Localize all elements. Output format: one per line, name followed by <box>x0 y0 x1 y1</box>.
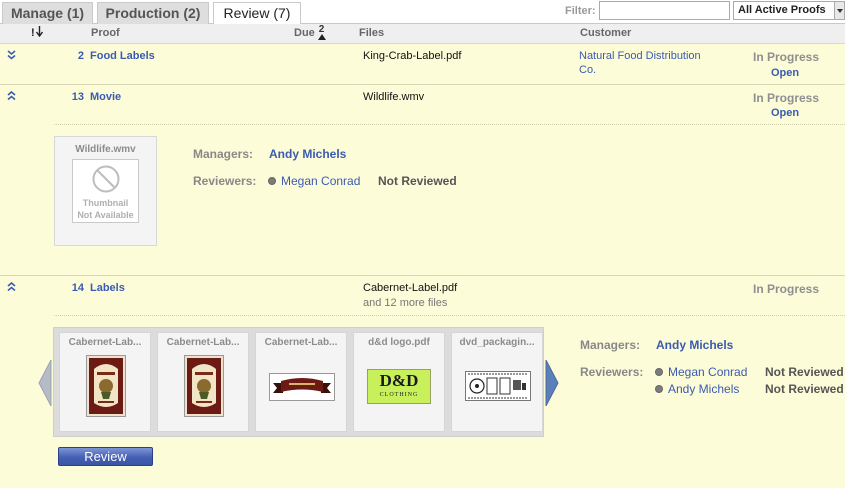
column-files[interactable]: Files <box>359 27 384 39</box>
column-due[interactable]: Due <box>294 27 315 39</box>
reviewer-status-dot-icon <box>655 385 663 393</box>
carousel-next-arrow-icon[interactable] <box>545 360 559 406</box>
thumbnail-title: Wildlife.wmv <box>75 144 136 155</box>
reviewer-status-dot-icon <box>268 177 276 185</box>
due-sort-order: 2 <box>318 24 325 35</box>
proof-manager-window: { "tabs": [ {"label": "Manage (1)", "act… <box>0 0 845 488</box>
reviewer-link[interactable]: Megan Conrad <box>268 174 360 188</box>
file-thumbnail-card[interactable]: Cabernet-Lab... <box>59 332 151 432</box>
proof-number: 13 <box>71 91 84 103</box>
reviewer-name: Megan Conrad <box>668 365 748 379</box>
status-label: In Progress <box>753 91 820 105</box>
proof-number: 14 <box>71 282 84 294</box>
expand-row-icon[interactable] <box>7 50 16 61</box>
row-divider <box>54 315 845 316</box>
review-status: Not Reviewed <box>378 174 457 188</box>
proof-name-link[interactable]: Movie <box>90 91 121 103</box>
chevron-down-icon[interactable] <box>834 2 844 19</box>
thumbnail-unavailable-line1: Thumbnail <box>82 198 129 208</box>
thumbnail-title: d&d logo.pdf <box>368 337 430 348</box>
thumbnail-title: Cabernet-Lab... <box>264 337 338 348</box>
reviewer-name: Megan Conrad <box>281 174 361 188</box>
file-thumbnail-card[interactable]: dvd_packagin... <box>451 332 543 432</box>
more-files-text: and 12 more files <box>363 297 448 309</box>
file-thumbnail-card[interactable]: Cabernet-Lab... <box>157 332 249 432</box>
review-status: Not Reviewed <box>765 382 844 396</box>
file-name: Wildlife.wmv <box>363 91 425 103</box>
open-link[interactable]: Open <box>771 107 799 119</box>
manager-link[interactable]: Andy Michels <box>656 338 733 352</box>
proof-row[interactable]: 2 Food Labels King-Crab-Label.pdf Natura… <box>0 44 845 85</box>
wine-label-thumbnail-icon <box>184 355 224 417</box>
column-header-row: ! Proof Due 2 Files Customer <box>0 24 845 44</box>
manager-link[interactable]: Andy Michels <box>269 147 346 161</box>
dd-logo-thumbnail: D&D CLOTHING <box>367 369 431 404</box>
thumbnail-title: Cabernet-Lab... <box>166 337 240 348</box>
thumbnail-unavailable-line2: Not Available <box>77 210 134 220</box>
collapse-row-icon[interactable] <box>7 281 16 293</box>
managers-label: Managers: <box>193 147 254 161</box>
file-thumbnail-card[interactable]: Cabernet-Lab... <box>255 332 347 432</box>
proof-name-link[interactable]: Labels <box>90 282 125 294</box>
status-label: In Progress <box>753 282 820 296</box>
proof-status-select-value: All Active Proofs <box>738 4 826 16</box>
tab-review[interactable]: Review (7) <box>213 2 301 25</box>
no-image-icon <box>92 165 120 193</box>
reviewer-name: Andy Michels <box>668 382 740 396</box>
managers-label: Managers: <box>580 338 641 352</box>
thumbnail-unavailable-box: Thumbnail Not Available <box>72 159 139 223</box>
file-thumbnail-card[interactable]: Wildlife.wmv Thumbnail Not Available <box>54 136 157 246</box>
review-button[interactable]: Review <box>58 447 153 466</box>
file-name: Cabernet-Label.pdf <box>363 282 458 294</box>
priority-flag-label: ! <box>31 27 35 39</box>
file-thumbnail-card[interactable]: d&d logo.pdf D&D CLOTHING <box>353 332 445 432</box>
thumbnail-title: dvd_packagin... <box>459 337 535 348</box>
open-link[interactable]: Open <box>771 67 799 79</box>
due-sort-indicator: 2 <box>317 25 326 40</box>
thumbnail-title: Cabernet-Lab... <box>68 337 142 348</box>
reviewer-link[interactable]: Andy Michels <box>655 382 739 396</box>
reviewer-link[interactable]: Megan Conrad <box>655 365 747 379</box>
row-divider <box>54 124 845 125</box>
reviewers-label: Reviewers: <box>580 365 644 379</box>
customer-link[interactable]: Natural Food Distribution Co. <box>579 49 719 77</box>
dvd-packaging-thumbnail-icon <box>465 371 531 401</box>
proof-number: 2 <box>77 50 84 62</box>
column-customer[interactable]: Customer <box>580 27 631 39</box>
reviewer-status-dot-icon <box>655 368 663 376</box>
dd-logo-subtext: CLOTHING <box>379 392 419 398</box>
file-thumbnail-carousel: Cabernet-Lab... Cabernet-Lab... Cabernet… <box>53 327 544 437</box>
dd-logo-text: D&D <box>379 371 419 390</box>
tab-production[interactable]: Production (2) <box>97 2 209 24</box>
proof-name-link[interactable]: Food Labels <box>90 50 155 62</box>
carousel-prev-arrow-icon[interactable] <box>38 360 52 406</box>
tab-bar: Manage (1) Production (2) Review (7) Fil… <box>0 0 845 25</box>
file-name: King-Crab-Label.pdf <box>363 50 462 62</box>
wine-label-thumbnail-icon <box>86 355 126 417</box>
tab-manage[interactable]: Manage (1) <box>2 2 93 24</box>
proof-row-expanded: 13 Movie Wildlife.wmv In Progress Open W… <box>0 85 845 276</box>
proof-status-select[interactable]: All Active Proofs <box>733 1 845 20</box>
ribbon-banner-thumbnail-icon <box>269 373 335 401</box>
collapse-row-icon[interactable] <box>7 90 16 102</box>
status-label: In Progress <box>753 50 820 64</box>
sort-arrow-icon <box>35 26 43 38</box>
filter-label: Filter: <box>565 5 596 17</box>
review-status: Not Reviewed <box>765 365 844 379</box>
reviewers-label: Reviewers: <box>193 174 257 188</box>
filter-input[interactable] <box>599 1 730 20</box>
sort-priority-header[interactable]: ! <box>31 26 43 39</box>
column-proof[interactable]: Proof <box>91 27 120 39</box>
